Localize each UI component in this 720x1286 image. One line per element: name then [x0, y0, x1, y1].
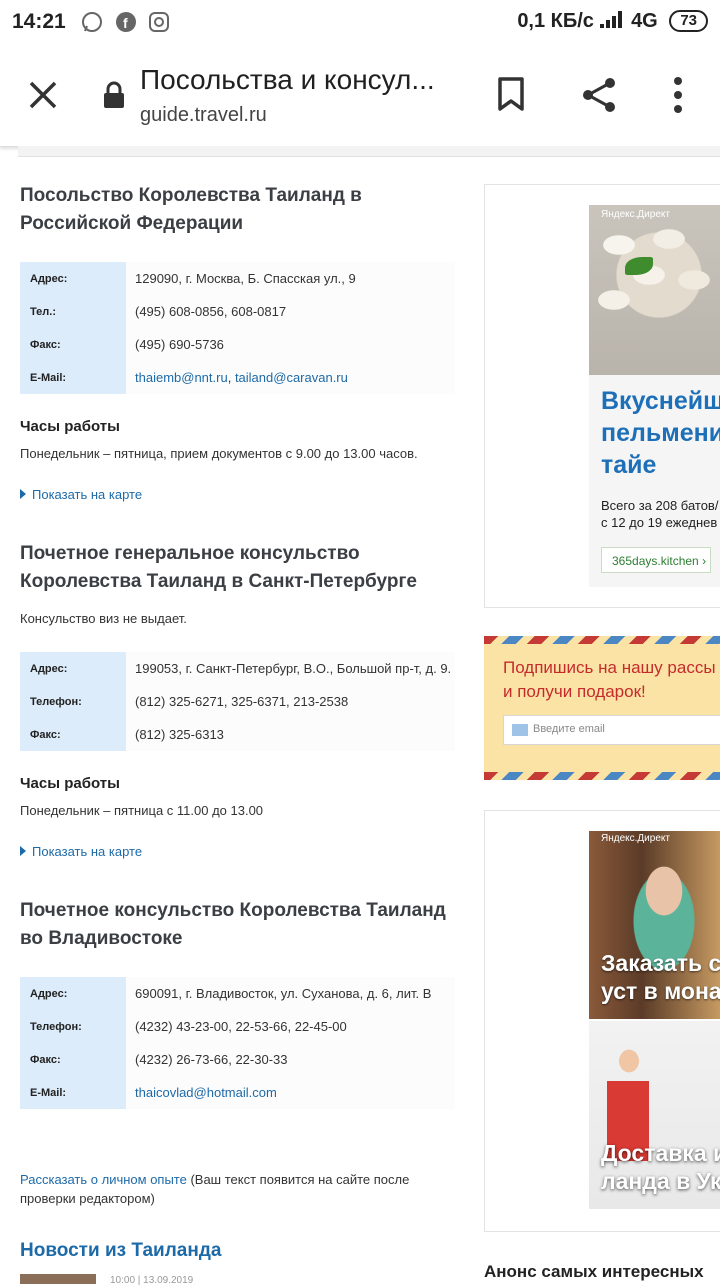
network-type: 4G	[631, 10, 658, 32]
email-input[interactable]: Введите email	[503, 715, 720, 745]
airmail-stripe	[484, 772, 720, 780]
section-title: Почетное консульство Королевства Таиланд…	[20, 900, 446, 949]
fax-label: Факс:	[20, 718, 126, 751]
phone-label: Телефон:	[20, 685, 126, 718]
address-label: Адрес:	[20, 652, 126, 685]
status-right: 0,1 КБ/с 4G 73	[517, 10, 708, 33]
show-map-link[interactable]: Показать на карте	[20, 844, 460, 859]
browser-toolbar: Посольства и консул... guide.travel.ru	[0, 46, 720, 147]
status-bar: 14:21 f 0,1 КБ/с 4G 73	[0, 0, 720, 46]
email-separator: ,	[227, 370, 235, 385]
page-url[interactable]: guide.travel.ru	[140, 104, 267, 127]
content-top-strip	[18, 146, 720, 157]
show-map-link[interactable]: Показать на карте	[20, 487, 460, 502]
chevron-right-icon: ›	[702, 554, 707, 568]
address-label: Адрес:	[20, 977, 126, 1010]
news-heading[interactable]: Новости из Таиланда	[20, 1240, 221, 1262]
hours-text: Понедельник – пятница, прием документов …	[20, 446, 418, 461]
main-content: Посольство Королевства Таиланд в Российс…	[20, 182, 460, 1109]
phone-label: Телефон:	[20, 1010, 126, 1043]
fax-value: (495) 690-5736	[126, 328, 455, 361]
ad-headline[interactable]: Доставка и ланда в Ук	[601, 1139, 720, 1195]
share-experience-link[interactable]: Рассказать о личном опыте	[20, 1172, 187, 1187]
email-value: thaicovlad@hotmail.com	[126, 1076, 455, 1109]
phone-value: (812) 325-6271, 325-6371, 213-2538	[126, 685, 455, 718]
ad-source-label: Яндекс.Директ	[601, 833, 670, 844]
fax-label: Факс:	[20, 328, 126, 361]
share-icon[interactable]	[580, 76, 618, 114]
ad-text: Всего за 208 батов/ с 12 до 19 ежеднев	[601, 498, 719, 530]
section-note: Консульство виз не выдает.	[20, 611, 187, 626]
hours-text: Понедельник – пятница с 11.00 до 13.00	[20, 803, 264, 818]
address-value: 199053, г. Санкт-Петербург, В.О., Большо…	[126, 652, 455, 685]
phone-value: (4232) 43-23-00, 22-53-66, 22-45-00	[126, 1010, 455, 1043]
email-label: E-Mail:	[20, 1076, 126, 1109]
fax-value: (812) 325-6313	[126, 718, 455, 751]
ad-headline[interactable]: Вкуснейш пельмени тайе	[601, 385, 720, 481]
contact-table: Адрес: 690091, г. Владивосток, ул. Сухан…	[20, 977, 455, 1109]
ad-source-label: Яндекс.Директ	[601, 209, 670, 220]
facebook-icon: f	[116, 12, 136, 32]
signal-icon	[599, 11, 622, 28]
airmail-stripe	[484, 636, 720, 644]
hours-title: Часы работы	[20, 775, 120, 792]
phone-value: (495) 608-0856, 608-0817	[126, 295, 455, 328]
triangle-right-icon	[20, 489, 26, 499]
embassy-section: Посольство Королевства Таиланд в Российс…	[20, 182, 460, 502]
ad-block-dumplings[interactable]: Яндекс.Директ Вкуснейш пельмени тайе Все…	[484, 184, 720, 608]
subscribe-promo: Подпишись на нашу рассы и получи подарок…	[484, 636, 720, 780]
instagram-icon	[149, 12, 169, 32]
promo-text: Подпишись на нашу рассы и получи подарок…	[503, 658, 716, 701]
close-icon[interactable]	[26, 78, 60, 112]
whatsapp-icon	[82, 12, 102, 32]
section-title: Посольство Королевства Таиланд в Российс…	[20, 185, 362, 234]
fax-label: Факс:	[20, 1043, 126, 1076]
triangle-right-icon	[20, 846, 26, 856]
svg-text:f: f	[123, 15, 128, 31]
ad-image[interactable]	[589, 205, 720, 375]
lock-icon	[104, 81, 124, 108]
email-value: thaiemb@nnt.ru, tailand@caravan.ru	[126, 361, 455, 394]
address-value: 129090, г. Москва, Б. Спасская ул., 9	[126, 262, 455, 295]
email-link[interactable]: thaiemb@nnt.ru	[135, 370, 228, 385]
more-menu-icon[interactable]	[670, 76, 686, 114]
experience-block: Рассказать о личном опыте (Ваш текст поя…	[20, 1170, 440, 1208]
ad-headline[interactable]: Заказать с уст в монас	[601, 949, 720, 1005]
net-speed: 0,1 КБ/с	[517, 10, 594, 32]
phone-label: Тел.:	[20, 295, 126, 328]
email-label: E-Mail:	[20, 361, 126, 394]
news-thumbnail[interactable]	[20, 1274, 96, 1284]
consulate-vladivostok-section: Почетное консульство Королевства Таиланд…	[20, 897, 460, 1109]
consulate-spb-section: Почетное генеральное консульство Королев…	[20, 540, 460, 859]
address-value: 690091, г. Владивосток, ул. Суханова, д.…	[126, 977, 455, 1010]
news-meta: 10:00 | 13.09.2019	[110, 1275, 194, 1286]
battery-indicator: 73	[669, 10, 708, 32]
fax-value: (4232) 26-73-66, 22-30-33	[126, 1043, 455, 1076]
section-title: Почетное генеральное консульство Королев…	[20, 543, 417, 592]
hours-title: Часы работы	[20, 418, 120, 435]
contact-table: Адрес: 129090, г. Москва, Б. Спасская ул…	[20, 262, 455, 394]
page-title[interactable]: Посольства и консул...	[140, 64, 460, 96]
contact-table: Адрес: 199053, г. Санкт-Петербург, В.О.,…	[20, 652, 455, 751]
email-link[interactable]: tailand@caravan.ru	[235, 370, 348, 385]
email-link[interactable]: thaicovlad@hotmail.com	[135, 1085, 277, 1100]
status-time: 14:21	[12, 10, 66, 33]
envelope-icon	[512, 724, 528, 736]
ad-site-button[interactable]: 365days.kitchen ›	[601, 547, 711, 573]
ad-block-services[interactable]: Яндекс.Директ Заказать с уст в монас Дос…	[484, 810, 720, 1232]
email-placeholder: Введите email	[533, 723, 605, 735]
address-label: Адрес:	[20, 262, 126, 295]
anons-heading: Анонс самых интересных	[484, 1262, 704, 1281]
bookmark-icon[interactable]	[496, 76, 526, 112]
